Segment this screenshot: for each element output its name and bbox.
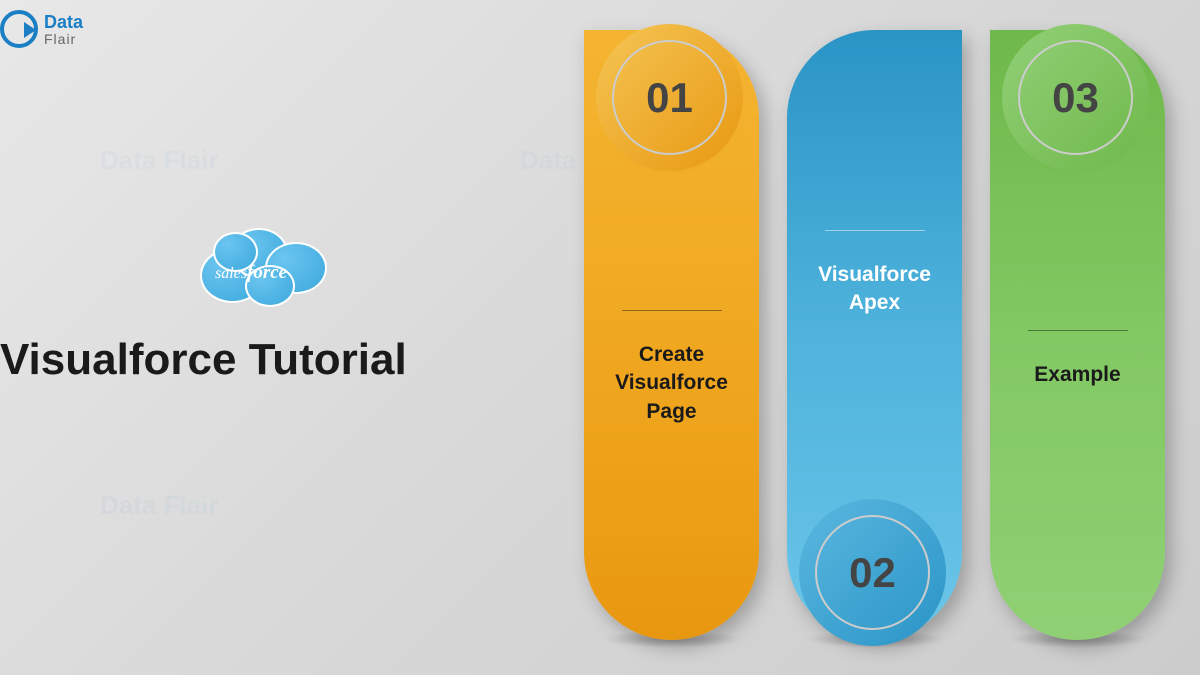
step-number: 03 (1052, 74, 1099, 122)
step-label: VisualforceApex (806, 261, 943, 318)
logo-text-2: Flair (44, 31, 83, 47)
step-number: 01 (646, 74, 693, 122)
step-2: VisualforceApex 02 (787, 30, 962, 640)
salesforce-label: salesforce (215, 262, 287, 284)
divider (1028, 330, 1128, 331)
logo-icon (0, 10, 38, 48)
step-label: CreateVisualforcePage (603, 341, 740, 426)
watermark: Data Flair (100, 145, 219, 176)
divider (622, 310, 722, 311)
step-badge-3: 03 (1018, 40, 1133, 155)
divider (825, 230, 925, 231)
page-title: Visualforce Tutorial (0, 335, 407, 385)
step-1: 01 CreateVisualforcePage (584, 30, 759, 640)
step-badge-1: 01 (612, 40, 727, 155)
salesforce-cloud-icon: salesforce (195, 220, 340, 315)
steps-container: 01 CreateVisualforcePage VisualforceApex… (584, 30, 1165, 640)
brand-logo: Data Flair (0, 10, 83, 48)
step-number: 02 (849, 549, 896, 597)
step-label: Example (1022, 361, 1132, 389)
step-badge-2: 02 (815, 515, 930, 630)
logo-text-1: Data (44, 12, 83, 33)
step-3: 03 Example (990, 30, 1165, 640)
watermark: Data Flair (100, 490, 219, 521)
